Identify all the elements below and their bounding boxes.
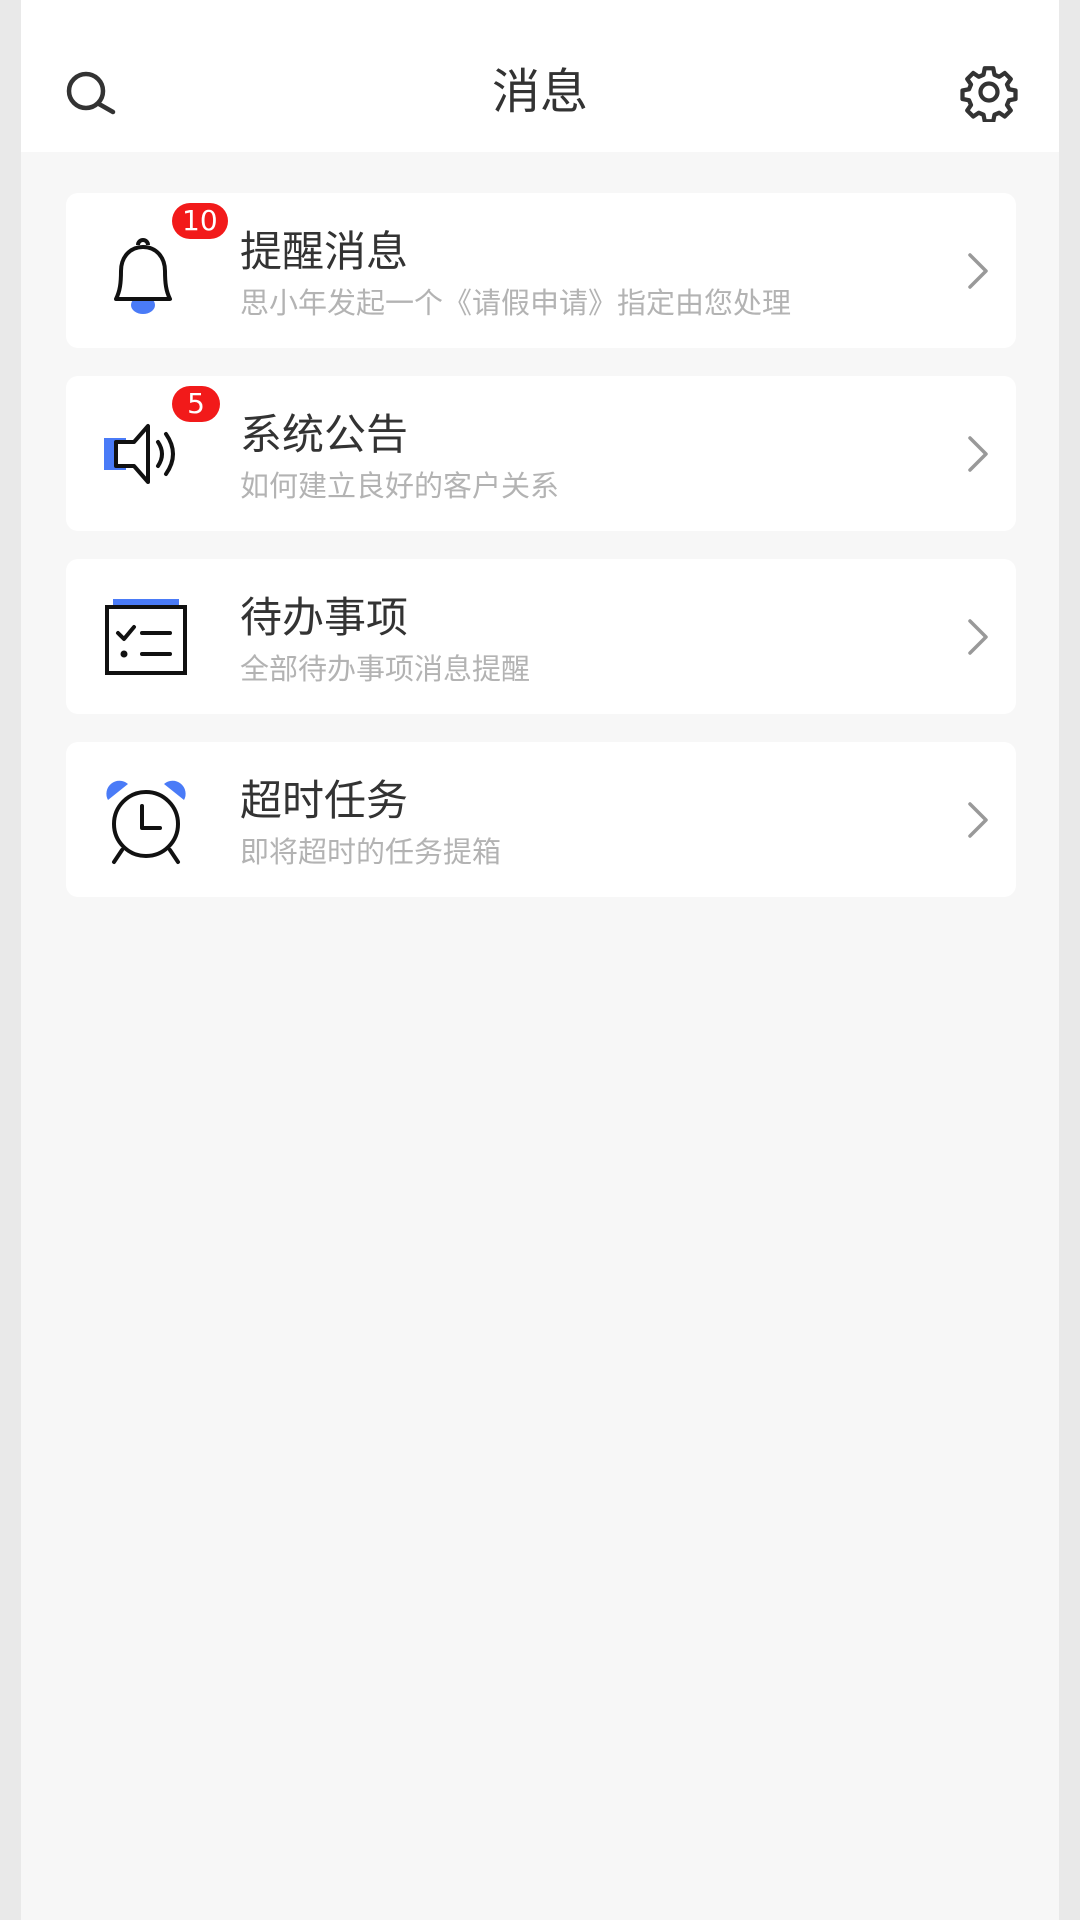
message-subtitle: 如何建立良好的客户关系 (240, 469, 560, 503)
unread-count-badge: 5 (172, 386, 220, 422)
alarm-clock-icon (106, 780, 186, 864)
overdue-icon-wrap (96, 770, 196, 870)
message-title: 系统公告 (240, 410, 409, 459)
chevron-right-icon (966, 617, 990, 657)
gear-icon (960, 66, 1018, 122)
message-item-announcement[interactable]: 5 系统公告 如何建立良好的客户关系 (66, 376, 1016, 531)
message-title: 待办事项 (240, 593, 409, 642)
todo-icon-wrap (96, 587, 196, 687)
message-item-reminder[interactable]: 10 提醒消息 思小年发起一个《请假申请》指定由您处理 (66, 193, 1016, 348)
message-list: 10 提醒消息 思小年发起一个《请假申请》指定由您处理 5 系统公告 如何建立良… (66, 193, 1016, 925)
header-bar: 消息 (21, 0, 1059, 152)
messages-screen: 消息 10 提醒消息 思小年发起一个《请假申请》指定由您处理 5 系统公告 如何… (21, 0, 1059, 1920)
page-title: 消息 (491, 64, 588, 120)
todo-list-icon (105, 599, 187, 675)
message-item-overdue[interactable]: 超时任务 即将超时的任务提箱 (66, 742, 1016, 897)
unread-count-badge: 10 (172, 203, 228, 239)
chevron-right-icon (966, 251, 990, 291)
message-subtitle: 全部待办事项消息提醒 (240, 652, 531, 686)
message-subtitle: 思小年发起一个《请假申请》指定由您处理 (240, 286, 792, 320)
chevron-right-icon (966, 434, 990, 474)
message-title: 提醒消息 (240, 227, 409, 276)
chevron-right-icon (966, 800, 990, 840)
settings-button[interactable] (959, 62, 1019, 122)
message-title: 超时任务 (240, 776, 409, 825)
message-item-todo[interactable]: 待办事项 全部待办事项消息提醒 (66, 559, 1016, 714)
message-subtitle: 即将超时的任务提箱 (240, 835, 502, 869)
